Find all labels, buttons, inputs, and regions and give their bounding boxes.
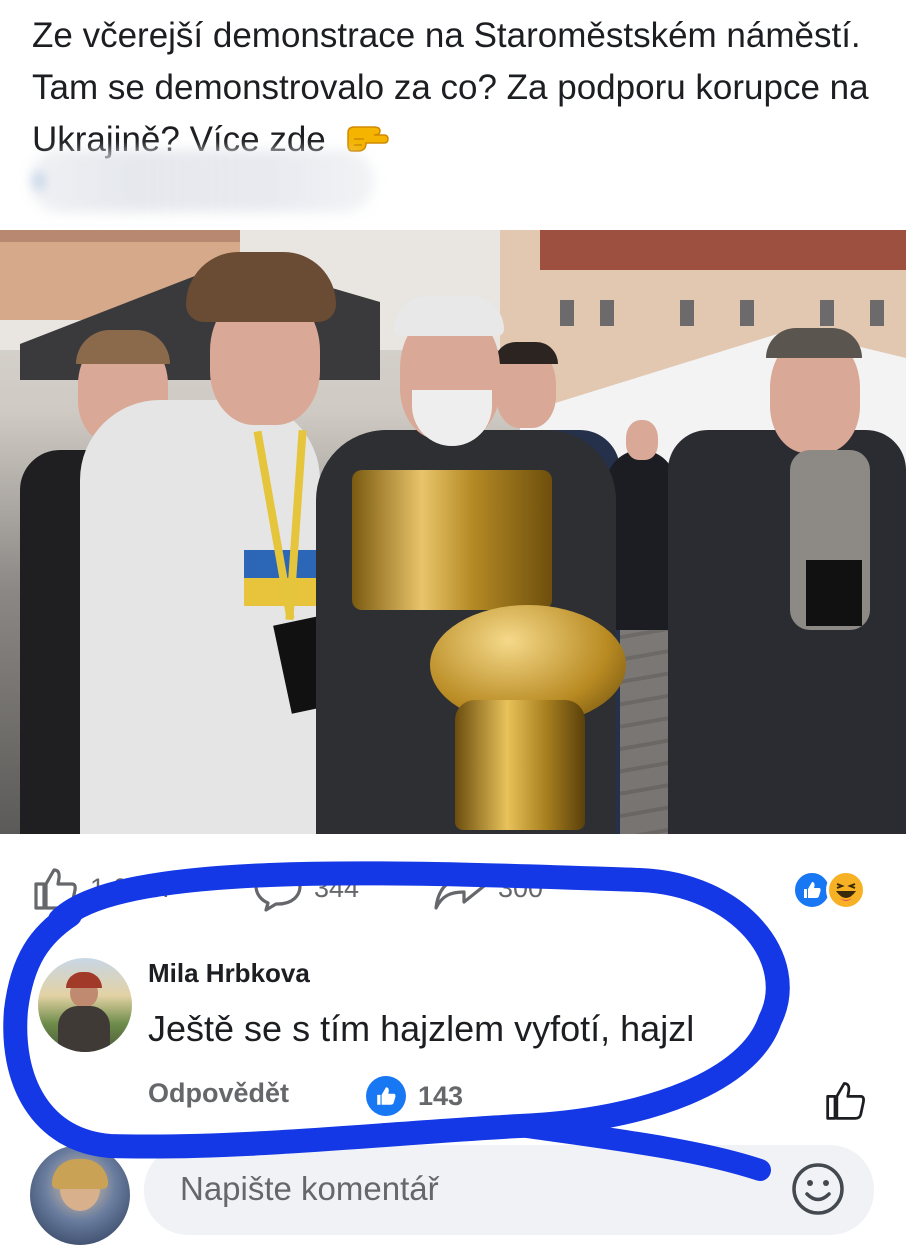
comment-likes-number: 143 [418,1080,464,1111]
comment-bubble-icon [254,866,302,912]
photo-badge [806,560,862,626]
photo-window [870,300,884,326]
golden-toilet-base [455,700,585,830]
reactions-bar: 1,6 tis. 344 300 [0,850,906,940]
comment-author[interactable]: Mila Hrbkova [148,958,310,989]
reaction-summary[interactable] [792,870,876,914]
photo-window [740,300,754,326]
comment-like-button[interactable] [824,1078,868,1122]
haha-reaction-icon [826,870,866,910]
comment-text: Ještě se s tím hajzlem vyfotí, hajzl [148,1008,695,1049]
smiley-icon [792,1163,844,1215]
photo-window [680,300,694,326]
emoji-button[interactable] [788,1159,848,1219]
thumbs-up-outline-icon [826,1082,865,1120]
comment-input[interactable] [178,1169,742,1209]
commenter-avatar[interactable] [38,958,132,1052]
like-reaction-icon [366,1076,406,1116]
post-caption: Ze včerejší demonstrace na Staroměstském… [32,16,869,159]
share-action[interactable]: 300 [432,864,543,912]
like-action[interactable]: 1,6 tis. [32,864,170,912]
thumbs-up-icon [34,868,77,910]
photo-window [600,300,614,326]
blurred-link[interactable] [30,150,374,212]
reply-button[interactable]: Odpovědět [148,1078,289,1109]
comments-count: 344 [314,872,360,903]
photo-window [560,300,574,326]
post-text: Ze včerejší demonstrace na Staroměstském… [32,10,872,166]
golden-toilet-tank [352,470,552,610]
comment-composer[interactable] [144,1145,874,1235]
photo-roof [540,230,906,270]
share-arrow-icon [434,868,486,910]
current-user-avatar[interactable] [30,1145,130,1245]
photo-window [820,300,834,326]
likes-count: 1,6 tis. [90,872,170,903]
shares-count: 300 [498,872,544,903]
comment-action[interactable]: 344 [252,864,359,912]
post-photo[interactable] [0,230,906,834]
comment-like-count[interactable]: 143 [366,1076,463,1116]
